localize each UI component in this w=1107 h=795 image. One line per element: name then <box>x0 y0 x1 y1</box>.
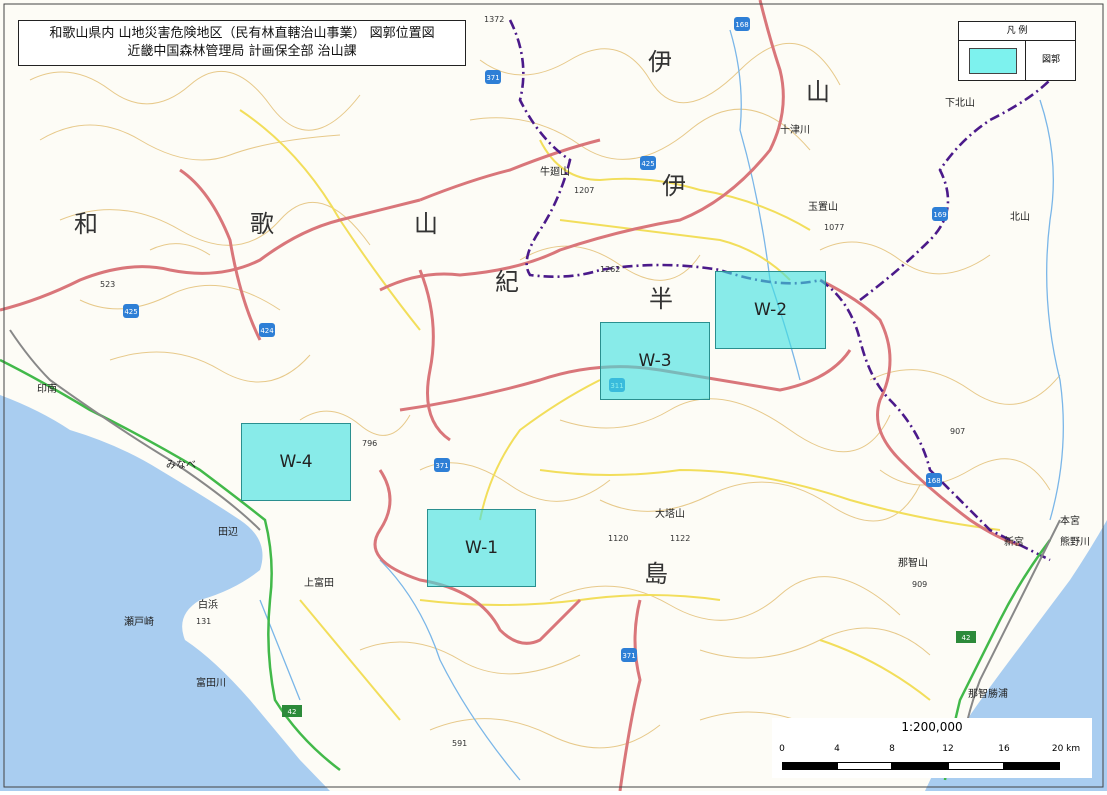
place-label: みなべ <box>166 459 196 471</box>
region-label: 伊 <box>648 48 672 76</box>
spot-height: 1262 <box>600 265 620 274</box>
spot-height: 796 <box>362 439 377 448</box>
place-label: 白浜 <box>198 598 218 611</box>
route-number: 169 <box>933 211 946 219</box>
place-label: 熊野川 <box>1060 535 1090 548</box>
place-label: 印南 <box>37 382 57 395</box>
map-svg: 371 425 424 168 311 371 371 425 168 169 … <box>0 0 1107 792</box>
route-number: 42 <box>962 634 971 642</box>
scale-ratio: 1:200,000 <box>901 720 963 734</box>
region-label: 和 <box>74 210 98 238</box>
spot-height: 907 <box>950 427 965 436</box>
scale-segment <box>837 762 892 770</box>
scale-segment <box>1004 762 1060 770</box>
route-number: 425 <box>124 308 137 316</box>
spot-height: 1120 <box>608 534 628 543</box>
scale-tick: 20 km <box>1051 744 1081 754</box>
place-label: 十津川 <box>780 123 810 136</box>
map-subtitle: 近畿中国森林管理局 計画保全部 治山課 <box>127 44 357 59</box>
zone-w1[interactable]: W-1 <box>427 509 536 587</box>
zone-w4[interactable]: W-4 <box>241 423 351 501</box>
scale-tick: 8 <box>889 744 895 754</box>
map-title: 和歌山県内 山地災害危険地区（民有林直轄治山事業） 図郭位置図 <box>49 26 435 41</box>
zone-w2[interactable]: W-2 <box>715 271 826 349</box>
legend-divider <box>1025 40 1026 81</box>
legend-swatch <box>969 48 1017 74</box>
map-canvas[interactable]: 371 425 424 168 311 371 371 425 168 169 … <box>0 0 1107 792</box>
route-number: 425 <box>641 160 654 168</box>
place-label: 牛廻山 <box>540 165 570 178</box>
place-label: 富田川 <box>196 676 226 689</box>
region-label: 紀 <box>495 268 519 296</box>
spot-height: 1077 <box>824 223 844 232</box>
place-label: 北山 <box>1010 211 1030 223</box>
place-label: 那智勝浦 <box>968 687 1008 700</box>
place-label: 田辺 <box>218 526 238 538</box>
route-number: 168 <box>735 21 748 29</box>
spot-height: 909 <box>912 580 927 589</box>
place-label: 本宮 <box>1060 514 1080 527</box>
place-label: 瀬戸崎 <box>124 615 154 628</box>
scale-tick: 4 <box>834 744 840 754</box>
map-title-box: 和歌山県内 山地災害危険地区（民有林直轄治山事業） 図郭位置図 近畿中国森林管理… <box>18 20 466 66</box>
region-label: 半 <box>649 285 673 313</box>
zone-w3[interactable]: W-3 <box>600 322 710 400</box>
scale-segment <box>892 762 948 770</box>
place-label: 那智山 <box>898 556 928 569</box>
spot-height: 1372 <box>484 15 504 24</box>
scale-segment <box>948 762 1004 770</box>
place-label: 玉置山 <box>808 201 838 213</box>
scale-bar: 1:200,000 0 4 8 12 16 20 km <box>772 718 1092 778</box>
spot-height: 591 <box>452 739 467 748</box>
place-label: 下北山 <box>945 97 975 109</box>
legend: 凡 例 図郭 <box>958 21 1076 81</box>
spot-height: 523 <box>100 280 115 289</box>
route-number: 371 <box>622 652 635 660</box>
place-label: 上富田 <box>304 576 334 589</box>
place-label: 大塔山 <box>655 507 685 520</box>
route-number: 424 <box>260 327 274 335</box>
legend-label: 図郭 <box>1041 55 1060 65</box>
place-label: 新宮 <box>1004 535 1024 548</box>
region-label: 伊 <box>662 172 686 200</box>
scale-tick: 12 <box>942 744 954 754</box>
route-number: 371 <box>435 462 448 470</box>
scale-tick: 16 <box>998 744 1010 754</box>
region-label: 山 <box>414 210 438 238</box>
spot-height: 1122 <box>670 534 690 543</box>
legend-title: 凡 例 <box>959 22 1075 41</box>
route-number: 42 <box>288 708 297 716</box>
route-number: 371 <box>486 74 499 82</box>
region-label: 山 <box>806 78 830 106</box>
scale-tick: 0 <box>779 744 785 754</box>
region-label: 歌 <box>250 210 274 238</box>
scale-segment <box>782 762 837 770</box>
region-label: 島 <box>644 560 668 588</box>
spot-height: 131 <box>196 617 211 626</box>
route-number: 168 <box>927 477 940 485</box>
spot-height: 1207 <box>574 186 594 195</box>
